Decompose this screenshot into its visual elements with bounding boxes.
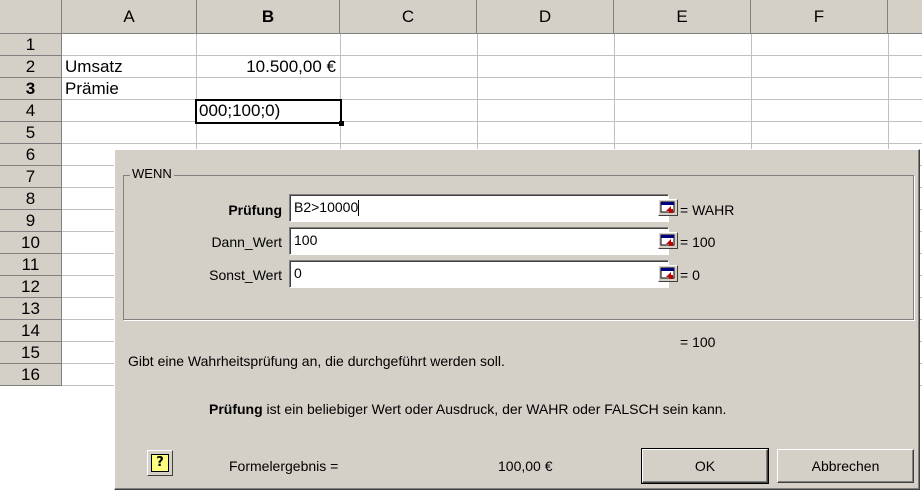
row-header-9[interactable]: 9 [0, 210, 62, 232]
collapse-dialog-icon-dann-wert[interactable] [658, 232, 678, 249]
cell-a2[interactable]: Umsatz [62, 56, 197, 78]
column-header-c[interactable]: C [340, 0, 477, 34]
arg-label-pruefung: Prüfung [228, 202, 282, 218]
collapse-dialog-icon-sonst-wert[interactable] [658, 265, 678, 282]
row-header-13[interactable]: 13 [0, 298, 62, 320]
column-header-e[interactable]: E [614, 0, 751, 34]
column-header-d[interactable]: D [477, 0, 614, 34]
argument-help-name: Prüfung [209, 401, 263, 417]
arg-input-sonst-wert[interactable]: 0 [289, 260, 669, 288]
cell-b2[interactable]: 10.500,00 € [197, 56, 340, 78]
row-header-6[interactable]: 6 [0, 144, 62, 166]
column-header-f[interactable]: F [751, 0, 888, 34]
row-header-3[interactable]: 3 [0, 78, 62, 100]
arg-label-dann-wert: Dann_Wert [211, 234, 282, 250]
column-header-overflow [888, 0, 922, 34]
help-button[interactable]: ? [147, 450, 173, 476]
column-header-b[interactable]: B [197, 0, 340, 34]
row-header-12[interactable]: 12 [0, 276, 62, 298]
arg-result-sonst-wert: = 0 [680, 267, 700, 283]
row-header-15[interactable]: 15 [0, 342, 62, 364]
row-header-5[interactable]: 5 [0, 122, 62, 144]
function-name-legend: WENN [130, 165, 174, 183]
collapse-dialog-icon-pruefung[interactable] [658, 199, 678, 216]
arg-label-sonst-wert: Sonst_Wert [209, 267, 282, 283]
argument-help: Prüfung ist ein beliebiger Wert oder Aus… [209, 398, 726, 420]
arg-input-pruefung-value: B2>10000 [294, 199, 359, 215]
function-description: Gibt eine Wahrheitsprüfung an, die durch… [128, 353, 505, 369]
formula-result-value: 100,00 € [498, 458, 553, 474]
question-mark-icon: ? [151, 454, 169, 472]
row-header-1[interactable]: 1 [0, 34, 62, 56]
formula-result-label: Formelergebnis = [229, 458, 339, 474]
row-header-14[interactable]: 14 [0, 320, 62, 342]
text-caret [358, 200, 360, 217]
argument-help-text: ist ein beliebiger Wert oder Ausdruck, d… [266, 401, 727, 417]
arg-input-dann-wert[interactable]: 100 [289, 227, 669, 255]
arg-result-pruefung: = WAHR [680, 202, 735, 218]
cancel-button[interactable]: Abbrechen [777, 449, 914, 483]
row-header-2[interactable]: 2 [0, 56, 62, 78]
arg-input-pruefung[interactable]: B2>10000 [289, 194, 669, 222]
row-header-7[interactable]: 7 [0, 166, 62, 188]
row-header-8[interactable]: 8 [0, 188, 62, 210]
select-all-corner[interactable] [0, 0, 62, 34]
row-header-4[interactable]: 4 [0, 100, 62, 122]
column-header-a[interactable]: A [62, 0, 197, 34]
active-cell-b3[interactable]: 000;100;0) [195, 99, 342, 124]
cell-a3[interactable]: Prämie [62, 78, 197, 100]
fill-handle[interactable] [339, 121, 344, 126]
ok-button[interactable]: OK [641, 448, 769, 484]
overall-result: = 100 [680, 334, 716, 350]
row-header-11[interactable]: 11 [0, 254, 62, 276]
row-header-10[interactable]: 10 [0, 232, 62, 254]
arg-result-dann-wert: = 100 [680, 234, 716, 250]
row-header-16[interactable]: 16 [0, 364, 62, 386]
